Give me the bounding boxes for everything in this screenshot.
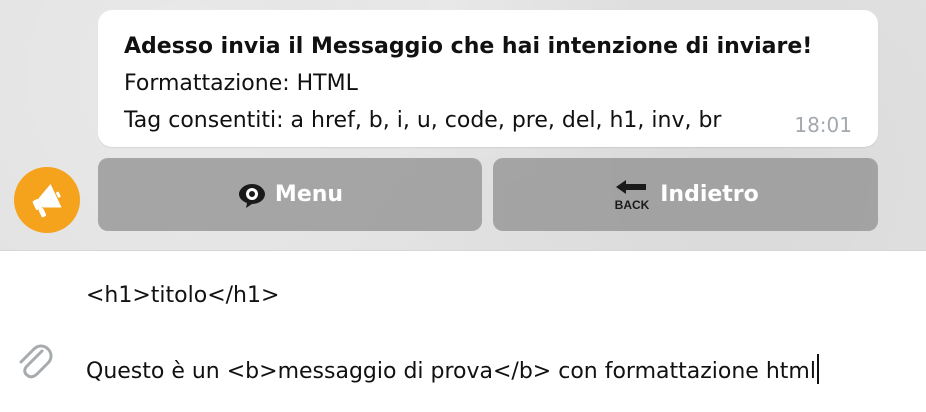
message-input[interactable]: <h1>titolo</h1> Questo è un <b>messaggio… [86, 277, 906, 391]
attach-button[interactable] [12, 339, 56, 383]
message-input-line-1: <h1>titolo</h1> [86, 283, 280, 308]
back-button-label: Indietro [660, 182, 759, 207]
message-time: 18:01 [794, 113, 852, 137]
text-caret [816, 354, 819, 384]
message-input-line-2 [86, 315, 906, 353]
back-icon-text: BACK [615, 198, 650, 212]
back-arrow-icon: BACK [612, 178, 652, 212]
megaphone-icon [32, 183, 62, 218]
chat-area: Adesso invia il Messaggio che hai intenz… [0, 0, 926, 250]
message-title: Adesso invia il Messaggio che hai intenz… [124, 34, 813, 59]
menu-button[interactable]: Menu [98, 158, 482, 231]
message-input-line-3: Questo è un <b>messaggio di prova</b> co… [86, 353, 906, 391]
bot-avatar[interactable] [14, 167, 80, 233]
composer: <h1>titolo</h1> Questo è un <b>messaggio… [0, 250, 926, 412]
message-input-line-3-text: Questo è un <b>messaggio di prova</b> co… [86, 359, 816, 384]
message-tags-line: Tag consentiti: a href, b, i, u, code, p… [124, 108, 722, 133]
message-format-line: Formattazione: HTML [124, 71, 358, 96]
back-button[interactable]: BACK Indietro [493, 158, 878, 231]
paperclip-icon [19, 344, 53, 379]
menu-button-label: Menu [274, 182, 344, 207]
eye-icon [237, 181, 267, 209]
message-bubble: Adesso invia il Messaggio che hai intenz… [98, 10, 878, 147]
